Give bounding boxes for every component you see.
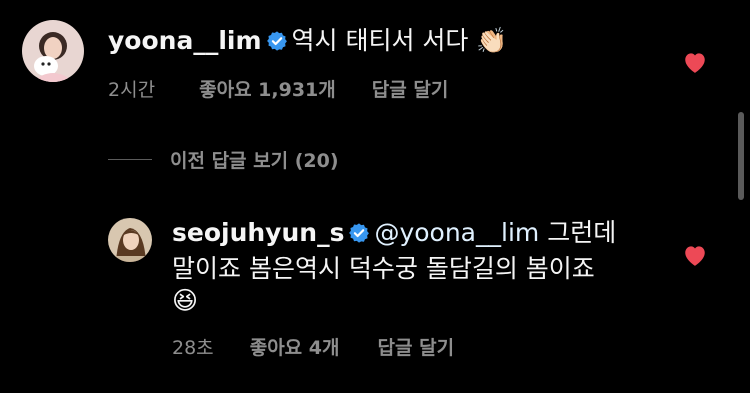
reply-1-reply-button[interactable]: 답글 달기: [378, 333, 455, 360]
heart-icon[interactable]: [682, 50, 708, 74]
comment-1-text: yoona__lim 역시 태티서 서다 👏🏻: [108, 22, 508, 62]
reply-1-body-line-1: 그런데: [547, 218, 617, 247]
reply-1-text-line-1: seojuhyun_s @yoona__lim 그런데: [172, 214, 616, 254]
comment-1-body: 역시 태티서 서다 👏🏻: [291, 26, 508, 55]
divider-line: [108, 158, 152, 160]
reply-1-text-line-3: 😆: [172, 282, 198, 319]
reply-1-likes[interactable]: 좋아요 4개: [250, 333, 340, 360]
avatar-yoona[interactable]: [22, 20, 84, 82]
heart-icon[interactable]: [682, 243, 708, 267]
reply-1-time: 28초: [172, 337, 214, 359]
comment-1-username[interactable]: yoona__lim: [108, 26, 262, 55]
comment-1-reply-button[interactable]: 답글 달기: [372, 75, 449, 102]
comments-screen: yoona__lim 역시 태티서 서다 👏🏻 2시간 좋아요 1,931개 답글…: [0, 0, 750, 393]
view-previous-replies-label: 이전 답글 보기 (20): [170, 149, 339, 172]
comment-1-likes[interactable]: 좋아요 1,931개: [199, 75, 336, 102]
reply-1-body-line-2: 말이죠 봄은역시 덕수궁 돌담길의 봄이죠: [172, 254, 595, 283]
reply-1-username[interactable]: seojuhyun_s: [172, 218, 344, 247]
reply-1-meta: 28초 좋아요 4개 답글 달기: [172, 333, 454, 360]
comment-1-time: 2시간: [108, 79, 156, 101]
verified-badge-icon: [348, 217, 370, 254]
comment-1-meta: 2시간 좋아요 1,931개 답글 달기: [108, 75, 448, 102]
avatar-seohyun[interactable]: [108, 218, 152, 262]
reply-1-mention[interactable]: @yoona__lim: [374, 218, 539, 247]
scrollbar[interactable]: [738, 112, 744, 200]
verified-badge-icon: [266, 25, 288, 62]
reply-1-text-line-2: 말이죠 봄은역시 덕수궁 돌담길의 봄이죠: [172, 250, 595, 287]
laughing-emoji-icon: 😆: [172, 286, 199, 315]
view-previous-replies-button[interactable]: 이전 답글 보기 (20): [108, 146, 339, 172]
